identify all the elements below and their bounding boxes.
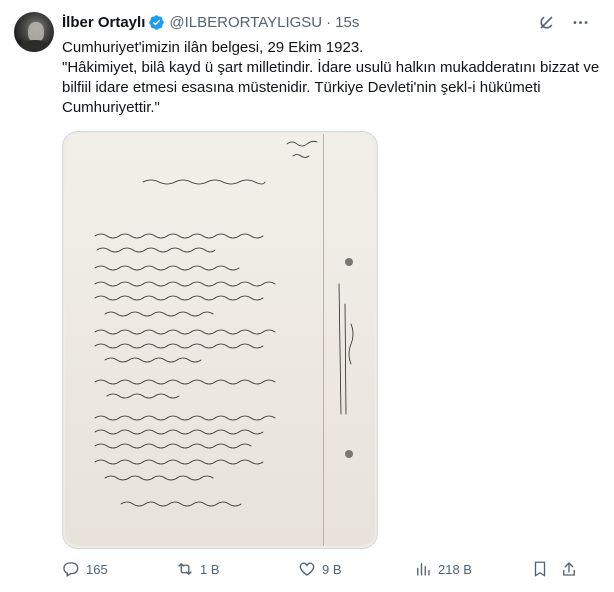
like-count: 9 B [322, 561, 342, 577]
tweet[interactable]: İlber Ortaylı @ILBERORTAYLIGSU · 15s Cum… [0, 0, 614, 592]
reply-button[interactable]: 165 [62, 560, 108, 578]
separator-dot: · [326, 13, 332, 31]
reply-count: 165 [86, 561, 108, 577]
retweet-button[interactable]: 1 B [176, 560, 220, 578]
retweet-icon [178, 563, 192, 575]
views-icon [417, 563, 430, 576]
tweet-image[interactable] [62, 131, 378, 549]
verified-badge-icon[interactable] [148, 14, 165, 31]
views-button[interactable]: 218 B [414, 560, 472, 578]
share-button[interactable] [560, 560, 578, 578]
header-icons [536, 12, 590, 32]
views-count: 218 B [438, 561, 472, 577]
bookmark-button[interactable] [531, 560, 549, 578]
author-name[interactable]: İlber Ortaylı [62, 14, 145, 31]
tweet-text-line: Cumhuriyet'imizin ilân belgesi, 29 Ekim … [62, 39, 364, 56]
tweet-time[interactable]: 15s [335, 14, 359, 31]
bookmark-icon [534, 561, 546, 577]
handwriting-scribbles [94, 140, 354, 507]
like-button[interactable]: 9 B [298, 560, 342, 578]
avatar[interactable] [14, 12, 54, 52]
tweet-text-quote: "Hâkimiyet, bilâ kayd ü şart milletindir… [62, 59, 600, 116]
avatar-shoulder [18, 40, 52, 52]
more-icon[interactable] [570, 12, 590, 32]
document-scan [65, 134, 375, 546]
retweet-count: 1 B [200, 561, 220, 577]
share-icon [563, 562, 575, 576]
tweet-header: İlber Ortaylı @ILBERORTAYLIGSU · 15s [62, 12, 359, 32]
grok-icon[interactable] [536, 12, 556, 32]
tweet-text: Cumhuriyet'imizin ilân belgesi, 29 Ekim … [62, 38, 602, 118]
tweet-actions: 165 1 B 9 B 218 B [62, 560, 592, 582]
avatar-face [28, 22, 44, 42]
document-margin-line [323, 134, 324, 546]
reply-icon [63, 562, 79, 577]
author-handle[interactable]: @ILBERORTAYLIGSU [169, 14, 322, 31]
like-icon [299, 562, 315, 576]
